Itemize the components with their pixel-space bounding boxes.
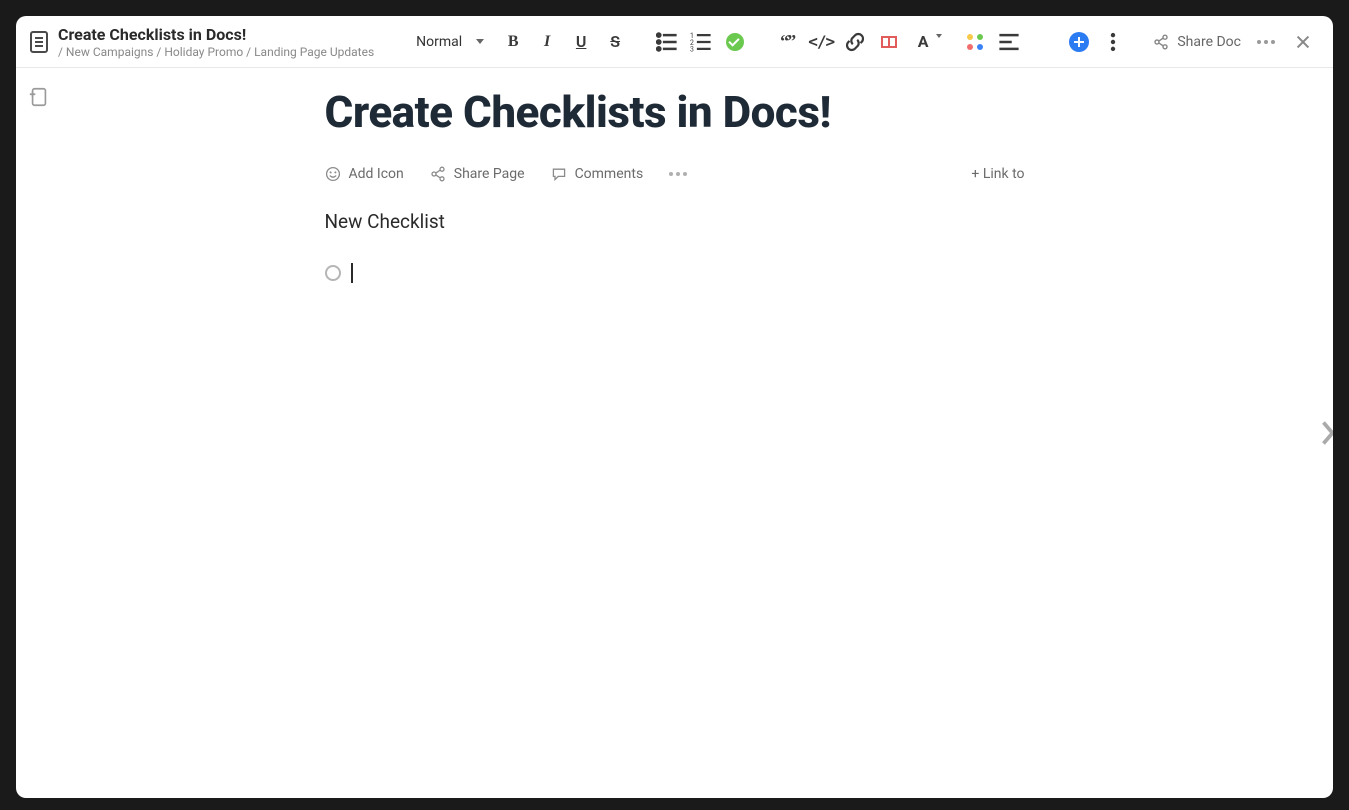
doc-body: Create Checklists in Docs! Add Icon Shar…	[16, 68, 1333, 798]
checklist-button[interactable]	[724, 31, 746, 53]
underline-button[interactable]: U	[570, 31, 592, 53]
doc-header: Create Checklists in Docs! / New Campaig…	[16, 16, 1333, 68]
smiley-icon	[325, 166, 341, 182]
title-block: Create Checklists in Docs! / New Campaig…	[58, 25, 374, 59]
share-page-button[interactable]: Share Page	[430, 166, 525, 182]
plus-circle-icon	[1069, 32, 1089, 52]
code-block-button[interactable]: </>	[810, 31, 832, 53]
page-actions-more[interactable]	[669, 172, 687, 176]
toolbar: Normal B I U S 1 2 3	[410, 30, 1124, 54]
font-color-button[interactable]: A	[912, 31, 934, 53]
blockquote-button[interactable]: “”	[776, 31, 798, 53]
share-page-label: Share Page	[454, 166, 525, 182]
section-heading[interactable]: New Checklist	[325, 210, 1025, 233]
strikethrough-button[interactable]: S	[604, 31, 626, 53]
header-more-button[interactable]	[1249, 40, 1283, 44]
color-dots-icon	[966, 33, 984, 51]
doc-modal: Create Checklists in Docs! / New Campaig…	[16, 16, 1333, 798]
comment-icon	[551, 166, 567, 182]
checklist-checkbox[interactable]	[325, 265, 341, 281]
add-icon-label: Add Icon	[349, 166, 404, 182]
expand-right-button[interactable]	[1319, 413, 1333, 453]
text-style-dropdown[interactable]: Normal	[410, 30, 490, 54]
bullet-list-button[interactable]	[656, 31, 678, 53]
page-add-icon	[28, 84, 50, 110]
doc-content: Create Checklists in Docs! Add Icon Shar…	[325, 68, 1025, 283]
banner-button[interactable]	[878, 31, 900, 53]
link-button[interactable]	[844, 31, 866, 53]
page-title[interactable]: Create Checklists in Docs!	[325, 86, 1025, 138]
align-button[interactable]	[998, 31, 1020, 53]
close-button[interactable]	[1287, 26, 1319, 58]
link-to-button[interactable]: + Link to	[971, 166, 1024, 182]
bold-button[interactable]: B	[502, 31, 524, 53]
share-doc-button[interactable]: Share Doc	[1145, 28, 1249, 56]
add-icon-button[interactable]: Add Icon	[325, 166, 404, 182]
check-circle-icon	[726, 33, 744, 51]
italic-button[interactable]: I	[536, 31, 558, 53]
numbered-list-button[interactable]: 1 2 3	[690, 31, 712, 53]
text-cursor	[351, 263, 353, 283]
share-icon	[1153, 34, 1169, 50]
share-doc-label: Share Doc	[1177, 34, 1241, 50]
toolbar-more-button[interactable]	[1102, 31, 1124, 53]
sidebar-toggle[interactable]	[28, 84, 50, 110]
close-icon	[1294, 33, 1312, 51]
breadcrumb[interactable]: / New Campaigns / Holiday Promo / Landin…	[58, 45, 374, 59]
doc-title[interactable]: Create Checklists in Docs!	[58, 25, 374, 45]
page-actions: Add Icon Share Page Comments	[325, 166, 1025, 182]
comments-label: Comments	[575, 166, 644, 182]
chevron-right-icon	[1319, 418, 1333, 448]
banner-icon	[881, 36, 897, 48]
insert-button[interactable]	[1068, 31, 1090, 53]
svg-text:3: 3	[690, 45, 694, 52]
highlight-color-button[interactable]	[964, 31, 986, 53]
document-icon	[30, 31, 48, 53]
comments-button[interactable]: Comments	[551, 166, 644, 182]
chevron-down-icon	[476, 39, 484, 44]
share-icon	[430, 166, 446, 182]
text-style-label: Normal	[416, 34, 462, 50]
checklist-item[interactable]	[325, 263, 1025, 283]
